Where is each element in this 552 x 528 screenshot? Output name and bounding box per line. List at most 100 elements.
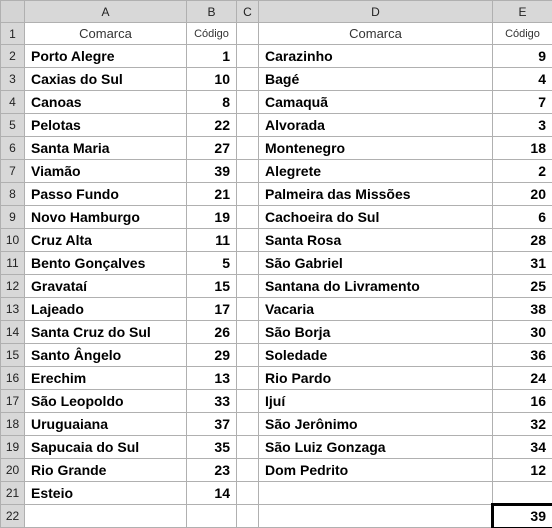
selected-cell[interactable]: 39	[493, 505, 552, 528]
cell[interactable]: 1	[187, 45, 237, 68]
cell[interactable]: Santa Cruz do Sul	[25, 321, 187, 344]
cell[interactable]: Código	[493, 23, 552, 45]
cell[interactable]	[237, 275, 259, 298]
row-header[interactable]: 18	[1, 413, 25, 436]
cell[interactable]: 29	[187, 344, 237, 367]
cell[interactable]: Montenegro	[259, 137, 493, 160]
col-header-D[interactable]: D	[259, 1, 493, 23]
cell[interactable]: 10	[187, 68, 237, 91]
cell[interactable]: São Jerônimo	[259, 413, 493, 436]
cell[interactable]	[493, 482, 552, 505]
row-header[interactable]: 14	[1, 321, 25, 344]
row-header[interactable]: 20	[1, 459, 25, 482]
cell[interactable]: 37	[187, 413, 237, 436]
row-header[interactable]: 5	[1, 114, 25, 137]
select-all-corner[interactable]	[1, 1, 25, 23]
cell[interactable]: 22	[187, 114, 237, 137]
row-header[interactable]: 13	[1, 298, 25, 321]
cell[interactable]: Uruguaiana	[25, 413, 187, 436]
cell[interactable]	[187, 505, 237, 528]
row-header[interactable]: 2	[1, 45, 25, 68]
cell[interactable]	[237, 183, 259, 206]
cell[interactable]: Passo Fundo	[25, 183, 187, 206]
cell[interactable]: Comarca	[25, 23, 187, 45]
cell[interactable]: 28	[493, 229, 552, 252]
cell[interactable]: Pelotas	[25, 114, 187, 137]
cell[interactable]: 23	[187, 459, 237, 482]
cell[interactable]: 7	[493, 91, 552, 114]
col-header-A[interactable]: A	[25, 1, 187, 23]
cell[interactable]: 14	[187, 482, 237, 505]
cell[interactable]: 38	[493, 298, 552, 321]
cell[interactable]: 21	[187, 183, 237, 206]
cell[interactable]: 24	[493, 367, 552, 390]
cell[interactable]	[237, 23, 259, 45]
row-header[interactable]: 21	[1, 482, 25, 505]
cell[interactable]: Comarca	[259, 23, 493, 45]
cell[interactable]: Cachoeira do Sul	[259, 206, 493, 229]
cell[interactable]: Dom Pedrito	[259, 459, 493, 482]
cell[interactable]	[237, 367, 259, 390]
cell[interactable]	[237, 413, 259, 436]
cell[interactable]: 13	[187, 367, 237, 390]
cell[interactable]: Código	[187, 23, 237, 45]
cell[interactable]: Gravataí	[25, 275, 187, 298]
cell[interactable]	[237, 114, 259, 137]
cell[interactable]: 35	[187, 436, 237, 459]
cell[interactable]: 39	[187, 160, 237, 183]
cell[interactable]: São Luiz Gonzaga	[259, 436, 493, 459]
cell[interactable]: Alvorada	[259, 114, 493, 137]
cell[interactable]: 30	[493, 321, 552, 344]
cell[interactable]	[237, 160, 259, 183]
cell[interactable]: Porto Alegre	[25, 45, 187, 68]
cell[interactable]: Novo Hamburgo	[25, 206, 187, 229]
cell[interactable]	[237, 459, 259, 482]
cell[interactable]: Canoas	[25, 91, 187, 114]
cell[interactable]: Lajeado	[25, 298, 187, 321]
cell[interactable]: Alegrete	[259, 160, 493, 183]
row-header[interactable]: 11	[1, 252, 25, 275]
cell[interactable]	[259, 505, 493, 528]
row-header[interactable]: 10	[1, 229, 25, 252]
cell[interactable]: Santo Ângelo	[25, 344, 187, 367]
row-header[interactable]: 7	[1, 160, 25, 183]
cell[interactable]: São Leopoldo	[25, 390, 187, 413]
cell[interactable]	[237, 390, 259, 413]
cell[interactable]	[237, 91, 259, 114]
row-header[interactable]: 8	[1, 183, 25, 206]
cell[interactable]	[237, 45, 259, 68]
cell[interactable]: 33	[187, 390, 237, 413]
row-header[interactable]: 12	[1, 275, 25, 298]
cell[interactable]: Bagé	[259, 68, 493, 91]
cell[interactable]: Soledade	[259, 344, 493, 367]
cell[interactable]: 5	[187, 252, 237, 275]
col-header-E[interactable]: E	[493, 1, 552, 23]
cell[interactable]: 8	[187, 91, 237, 114]
cell[interactable]: 34	[493, 436, 552, 459]
cell[interactable]: 15	[187, 275, 237, 298]
cell[interactable]: Esteio	[25, 482, 187, 505]
cell[interactable]: Bento Gonçalves	[25, 252, 187, 275]
cell[interactable]: 6	[493, 206, 552, 229]
cell[interactable]: São Borja	[259, 321, 493, 344]
cell[interactable]: 18	[493, 137, 552, 160]
cell[interactable]: Palmeira das Missões	[259, 183, 493, 206]
cell[interactable]: Vacaria	[259, 298, 493, 321]
cell[interactable]	[237, 252, 259, 275]
cell[interactable]: São Gabriel	[259, 252, 493, 275]
cell[interactable]	[237, 68, 259, 91]
cell[interactable]: Rio Pardo	[259, 367, 493, 390]
cell[interactable]: Rio Grande	[25, 459, 187, 482]
cell[interactable]	[237, 505, 259, 528]
cell[interactable]: Camaquã	[259, 91, 493, 114]
cell[interactable]: 12	[493, 459, 552, 482]
row-header[interactable]: 9	[1, 206, 25, 229]
row-header[interactable]: 15	[1, 344, 25, 367]
row-header[interactable]: 22	[1, 505, 25, 528]
cell[interactable]	[237, 321, 259, 344]
row-header[interactable]: 3	[1, 68, 25, 91]
cell[interactable]: 11	[187, 229, 237, 252]
cell[interactable]	[237, 229, 259, 252]
cell[interactable]: 26	[187, 321, 237, 344]
cell[interactable]	[237, 206, 259, 229]
